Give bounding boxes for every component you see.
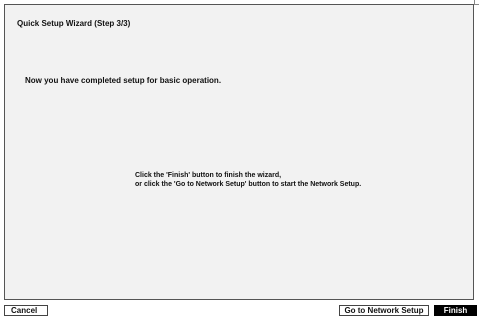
go-to-network-setup-button[interactable]: Go to Network Setup [339,305,429,316]
completion-message: Now you have completed setup for basic o… [25,76,222,85]
finish-button[interactable]: Finish [434,305,477,316]
instruction-line-network: or click the 'Go to Network Setup' butto… [135,181,362,188]
instruction-line-finish: Click the 'Finish' button to finish the … [135,172,282,179]
window-corner-marker [474,0,479,5]
dialog-title: Quick Setup Wizard (Step 3/3) [17,19,131,28]
quick-setup-wizard-dialog: Quick Setup Wizard (Step 3/3) Now you ha… [4,4,474,300]
cancel-button[interactable]: Cancel [4,305,48,316]
instruction-text: Click the 'Finish' button to finish the … [135,171,361,189]
